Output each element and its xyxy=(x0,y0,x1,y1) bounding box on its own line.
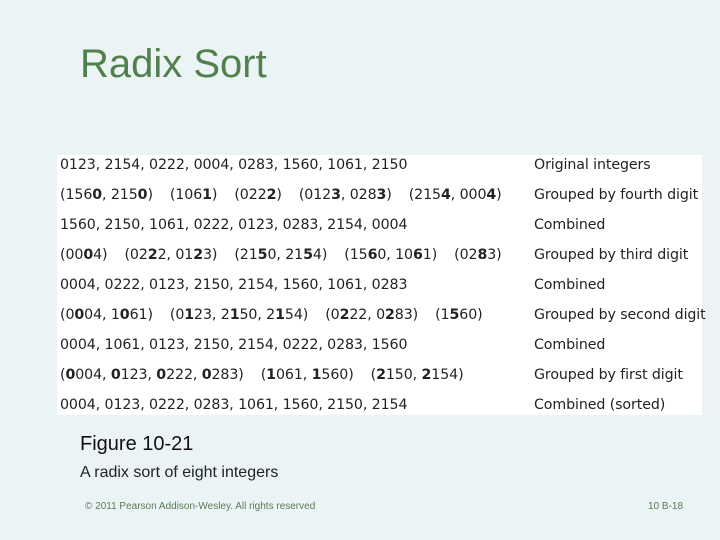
step-description: Combined xyxy=(534,277,606,293)
grouped-row: (1560, 2150) (1061) (0222) (0123, 0283) (215… xyxy=(57,185,702,215)
integer-value: 2150 xyxy=(376,367,413,383)
step-description: Original integers xyxy=(534,157,651,173)
integer-value: 2154 xyxy=(421,367,459,383)
digit-groups: (1560, 2150) (1061) (0222) (0123, 0283) (215… xyxy=(60,185,502,205)
digit-group: (0283) xyxy=(454,247,502,263)
digit-group: (1061, 1560) xyxy=(260,367,354,383)
digit-group: (0222, 0283) xyxy=(325,307,419,323)
combined-row: 0123, 2154, 0222, 0004, 0283, 1560, 1061… xyxy=(57,155,702,185)
digit-group: (0004) xyxy=(60,247,108,263)
combined-row: 0004, 0123, 0222, 0283, 1061, 1560, 2150… xyxy=(57,395,702,425)
digit-group: (1560, 1061) xyxy=(344,247,438,263)
integer-value: 0004 xyxy=(65,307,103,323)
integer-value: 0123 xyxy=(110,367,148,383)
digit-groups: (0004, 1061) (0123, 2150, 2154) (0222, 028… xyxy=(60,305,483,325)
integer-value: 1560 xyxy=(349,247,387,263)
step-description: Grouped by first digit xyxy=(534,367,683,383)
integer-value: 0283 xyxy=(459,247,497,263)
digit-group: (0123, 2150, 2154) xyxy=(169,307,309,323)
copyright-notice: © 2011 Pearson Addison-Wesley. All right… xyxy=(85,501,316,512)
integer-value: 0123 xyxy=(175,247,212,263)
digit-group: (0222, 0123) xyxy=(124,247,218,263)
integer-value: 0004 xyxy=(65,367,103,383)
integer-value: 0123 xyxy=(175,307,212,323)
integer-value: 1560 xyxy=(311,367,349,383)
digit-group: (0222) xyxy=(234,187,282,203)
integer-value: 0222 xyxy=(330,307,368,323)
grouped-row: (0004, 1061) (0123, 2150, 2154) (0222, 028… xyxy=(57,305,706,335)
figure-label: Figure 10-21 xyxy=(80,433,194,455)
integer-value: 1560 xyxy=(440,307,478,323)
integer-value: 0004 xyxy=(65,247,103,263)
step-description: Grouped by third digit xyxy=(534,247,689,263)
integer-value: 0123 xyxy=(304,187,341,203)
integer-value: 2154 xyxy=(285,247,322,263)
integer-value: 2154 xyxy=(266,307,303,323)
integer-value: 1560 xyxy=(65,187,103,203)
integer-value: 1061 xyxy=(266,367,303,383)
page-number: 10 B-18 xyxy=(648,501,684,512)
integer-list: 0004, 0123, 0222, 0283, 1061, 1560, 2150… xyxy=(60,397,408,413)
integer-value: 1061 xyxy=(110,307,148,323)
integer-value: 0283 xyxy=(376,307,413,323)
grouped-row: (0004) (0222, 0123) (2150, 2154) (1560, 106… xyxy=(57,245,702,275)
step-description: Combined xyxy=(534,337,606,353)
integer-value: 0283 xyxy=(349,187,387,203)
integer-value: 2150 xyxy=(239,247,277,263)
digit-group: (2150, 2154) xyxy=(370,367,464,383)
integer-value: 2150 xyxy=(220,307,258,323)
digit-group: (0004, 1061) xyxy=(60,307,153,323)
step-description: Combined (sorted) xyxy=(534,397,666,413)
combined-row: 0004, 1061, 0123, 2150, 2154, 0222, 0283… xyxy=(57,335,702,365)
integer-value: 2154 xyxy=(414,187,451,203)
integer-list: 0123, 2154, 0222, 0004, 0283, 1560, 1061… xyxy=(60,157,408,173)
combined-row: 1560, 2150, 1061, 0222, 0123, 0283, 2154… xyxy=(57,215,702,245)
digit-group: (0004, 0123, 0222, 0283) xyxy=(60,367,244,383)
step-description: Combined xyxy=(534,217,606,233)
integer-value: 0222 xyxy=(129,247,167,263)
digit-group: (1061) xyxy=(169,187,218,203)
integer-value: 0283 xyxy=(201,367,239,383)
integer-value: 1061 xyxy=(395,247,432,263)
grouped-row: (0004, 0123, 0222, 0283) (1061, 1560) (215… xyxy=(57,365,702,395)
combined-row: 0004, 0222, 0123, 2150, 2154, 1560, 1061… xyxy=(57,275,702,305)
integer-value: 0222 xyxy=(239,187,277,203)
digit-groups: (0004, 0123, 0222, 0283) (1061, 1560) (215… xyxy=(60,365,464,385)
integer-value: 2150 xyxy=(110,187,148,203)
digit-group: (1560) xyxy=(435,307,483,323)
digit-groups: (0004) (0222, 0123) (2150, 2154) (1560, 106… xyxy=(60,245,502,265)
slide-title: Radix Sort xyxy=(80,42,267,86)
integer-list: 1560, 2150, 1061, 0222, 0123, 0283, 2154… xyxy=(60,217,408,233)
radix-sort-figure: 0123, 2154, 0222, 0004, 0283, 1560, 1061… xyxy=(57,155,706,415)
integer-list: 0004, 1061, 0123, 2150, 2154, 0222, 0283… xyxy=(60,337,408,353)
integer-value: 1061 xyxy=(175,187,212,203)
digit-group: (2154, 0004) xyxy=(408,187,502,203)
digit-group: (0123, 0283) xyxy=(298,187,392,203)
integer-value: 0222 xyxy=(156,367,193,383)
step-description: Grouped by second digit xyxy=(534,307,706,323)
digit-group: (2150, 2154) xyxy=(234,247,328,263)
integer-list: 0004, 0222, 0123, 2150, 2154, 1560, 1061… xyxy=(60,277,408,293)
figure-caption: A radix sort of eight integers xyxy=(80,464,279,481)
step-description: Grouped by fourth digit xyxy=(534,187,699,203)
integer-value: 0004 xyxy=(459,187,497,203)
digit-group: (1560, 2150) xyxy=(60,187,153,203)
